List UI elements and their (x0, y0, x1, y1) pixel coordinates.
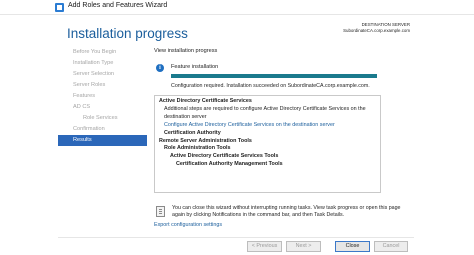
adcs-tools: Active Directory Certificate Services To… (170, 153, 279, 160)
nav-item-installation-type: Installation Type (73, 60, 114, 66)
destination-server: DESTINATION SERVER SubordinateCA.corp.ex… (343, 22, 410, 34)
nav-item-results[interactable]: Results (58, 135, 147, 146)
nav-item-role-services: Role Services (83, 115, 118, 121)
nav-item-features: Features (73, 93, 96, 99)
cancel-button[interactable]: Cancel (374, 241, 408, 252)
view-progress-label: View installation progress (154, 48, 218, 54)
previous-button[interactable]: < Previous (247, 241, 282, 252)
main-content: View installation progress i Feature ins… (150, 45, 414, 237)
notes-icon (156, 206, 165, 217)
wizard-nav: Before You Begin Installation Type Serve… (58, 47, 147, 237)
nav-item-ad-cs: AD CS (73, 104, 91, 110)
results-list[interactable]: Active Directory Certificate Services Ad… (154, 95, 381, 193)
role-admin-tools: Role Administration Tools (164, 145, 231, 152)
page-header: Installation progress DESTINATION SERVER… (58, 15, 414, 47)
ca-label: Certification Authority (164, 129, 221, 136)
title-bar: Add Roles and Features Wizard (0, 0, 474, 15)
next-button[interactable]: Next > (286, 241, 321, 252)
close-wizard-note: You can close this wizard without interr… (172, 205, 401, 218)
page-title: Installation progress (67, 26, 188, 41)
feature-installation-label: Feature installation (171, 64, 219, 70)
rsat-title: Remote Server Administration Tools (159, 137, 252, 144)
export-configuration-link[interactable]: Export configuration settings (154, 222, 222, 228)
configure-adcs-link[interactable]: Configure Active Directory Certificate S… (159, 122, 376, 130)
destination-value: SubordinateCA.corp.example.com (343, 28, 410, 33)
adcs-note: Additional steps are required to configu… (164, 105, 366, 120)
wizard-app-icon (55, 3, 64, 12)
nav-item-server-selection: Server Selection (73, 71, 115, 77)
close-button[interactable]: Close (335, 241, 370, 252)
window-title: Add Roles and Features Wizard (68, 2, 168, 9)
installation-progress-bar (171, 74, 377, 78)
wizard-footer: < Previous Next > Close Cancel (58, 237, 414, 255)
nav-item-server-roles: Server Roles (73, 82, 106, 88)
progress-fill (171, 74, 377, 78)
ca-management-tools: Certification Authority Management Tools (176, 161, 283, 168)
nav-item-confirmation: Confirmation (73, 126, 105, 132)
info-icon: i (156, 64, 164, 72)
configuration-message: Configuration required. Installation suc… (171, 83, 370, 89)
adcs-title: Active Directory Certificate Services (159, 98, 252, 104)
nav-item-before-you-begin: Before You Begin (73, 49, 117, 55)
